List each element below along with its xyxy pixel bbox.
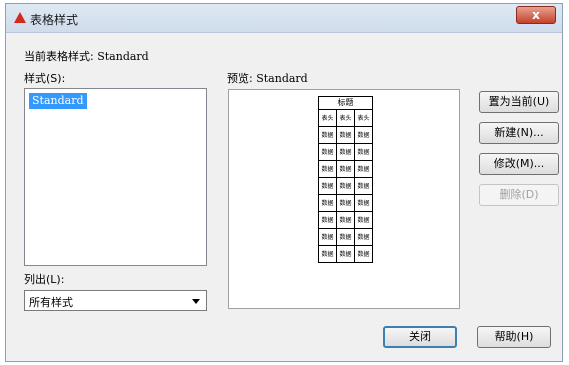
- preview-data-cell: 数据: [318, 126, 337, 144]
- chevron-down-icon: [192, 299, 200, 304]
- preview-panel: 标题 表头 表头 表头 数据 数据 数据 数据 数据 数据 数据 数据 数据 数据 数据 数据 数据 数据 数据 数据…: [228, 89, 460, 309]
- preview-data-cell: 数据: [336, 143, 355, 161]
- preview-data-cell: 数据: [336, 211, 355, 229]
- preview-data-cell: 数据: [354, 245, 373, 263]
- preview-data-cell: 数据: [336, 245, 355, 263]
- window-title: 表格样式: [30, 13, 79, 27]
- preview-data-cell: 数据: [318, 143, 337, 161]
- list-filter-dropdown[interactable]: 所有样式: [24, 290, 207, 311]
- set-current-button[interactable]: 置为当前(U): [479, 91, 559, 113]
- preview-data-cell: 数据: [336, 160, 355, 178]
- current-style-line: 当前表格样式: Standard: [24, 48, 149, 64]
- preview-data-cell: 数据: [318, 245, 337, 263]
- list-filter-label: 列出(L):: [24, 273, 65, 286]
- preview-data-cell: 数据: [354, 160, 373, 178]
- preview-title-cell: 标题: [318, 96, 373, 110]
- preview-table: 标题 表头 表头 表头 数据 数据 数据 数据 数据 数据 数据 数据 数据 数据 数据 数据 数据 数据 数据 数据…: [318, 96, 373, 263]
- modify-button[interactable]: 修改(M)...: [479, 153, 559, 175]
- current-style-label: 当前表格样式:: [24, 50, 94, 63]
- preview-data-cell: 数据: [318, 177, 337, 195]
- preview-header-cell: 表头: [318, 109, 337, 127]
- preview-style-name: Standard: [256, 72, 308, 85]
- preview-data-cell: 数据: [354, 143, 373, 161]
- preview-data-cell: 数据: [354, 194, 373, 212]
- preview-line: 预览: Standard: [227, 70, 308, 86]
- preview-data-cell: 数据: [318, 160, 337, 178]
- table-style-dialog: 表格样式 x 当前表格样式: Standard 样式(S): Standard …: [5, 3, 563, 362]
- new-button[interactable]: 新建(N)...: [479, 122, 559, 144]
- close-button[interactable]: 关闭: [383, 326, 457, 348]
- preview-header-cell: 表头: [354, 109, 373, 127]
- styles-listbox[interactable]: Standard: [24, 88, 207, 266]
- current-style-value: Standard: [97, 50, 149, 63]
- preview-data-cell: 数据: [354, 228, 373, 246]
- preview-data-cell: 数据: [336, 228, 355, 246]
- preview-data-cell: 数据: [336, 126, 355, 144]
- preview-data-cell: 数据: [354, 211, 373, 229]
- style-list-item[interactable]: Standard: [29, 93, 87, 109]
- preview-data-cell: 数据: [354, 126, 373, 144]
- styles-label: 样式(S):: [24, 72, 66, 85]
- close-window-button[interactable]: x: [516, 6, 556, 24]
- title-bar[interactable]: 表格样式 x: [6, 4, 562, 33]
- preview-data-cell: 数据: [318, 194, 337, 212]
- preview-header-cell: 表头: [336, 109, 355, 127]
- preview-data-cell: 数据: [318, 211, 337, 229]
- dialog-body: 当前表格样式: Standard 样式(S): Standard 列出(L): …: [7, 33, 561, 360]
- help-button[interactable]: 帮助(H): [477, 326, 551, 348]
- preview-label: 预览:: [227, 72, 253, 85]
- preview-data-cell: 数据: [336, 177, 355, 195]
- preview-data-cell: 数据: [318, 228, 337, 246]
- preview-data-cell: 数据: [354, 177, 373, 195]
- app-icon: [14, 12, 26, 23]
- preview-data-cell: 数据: [336, 194, 355, 212]
- close-icon: x: [532, 8, 540, 22]
- delete-button[interactable]: 删除(D): [479, 184, 559, 206]
- list-filter-value: 所有样式: [29, 296, 73, 309]
